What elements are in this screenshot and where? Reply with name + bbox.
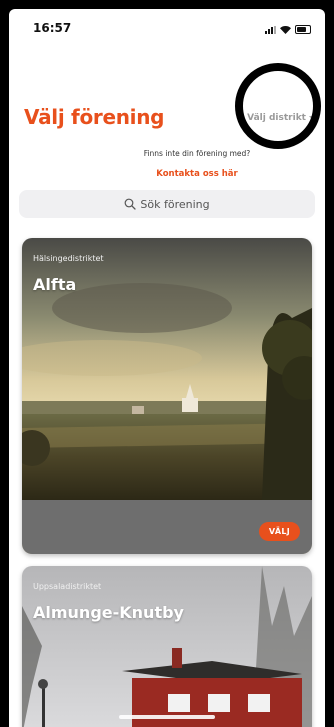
card-district: Hälsingedistriktet (33, 254, 104, 263)
search-icon (124, 198, 137, 210)
missing-association-text: Finns inte din förening med? (143, 149, 251, 158)
status-icons (265, 25, 311, 34)
battery-icon (295, 25, 311, 34)
wifi-icon (280, 25, 291, 34)
card-association-name: Almunge-Knutby (33, 603, 184, 622)
select-button[interactable]: VÄLJ (258, 522, 300, 541)
status-time: 16:57 (33, 21, 72, 35)
search-input[interactable]: Sök förening (19, 190, 315, 218)
card-association-name: Alfta (33, 275, 77, 294)
page-title: Välj förening (24, 105, 165, 129)
contact-us-link[interactable]: Kontakta oss här (9, 169, 325, 179)
association-card[interactable]: Uppsaladistriktet Almunge-Knutby (22, 566, 312, 727)
signal-icon (265, 25, 276, 34)
phone-screen: 16:57 Välj förening Välj distrikt Finns … (9, 9, 325, 727)
association-card[interactable]: Hälsingedistriktet Alfta VÄLJ (22, 238, 312, 554)
card-district: Uppsaladistriktet (33, 582, 102, 591)
search-placeholder: Sök förening (140, 197, 210, 211)
home-indicator (119, 715, 215, 719)
status-bar: 16:57 (9, 9, 325, 43)
highlight-circle (235, 63, 321, 149)
